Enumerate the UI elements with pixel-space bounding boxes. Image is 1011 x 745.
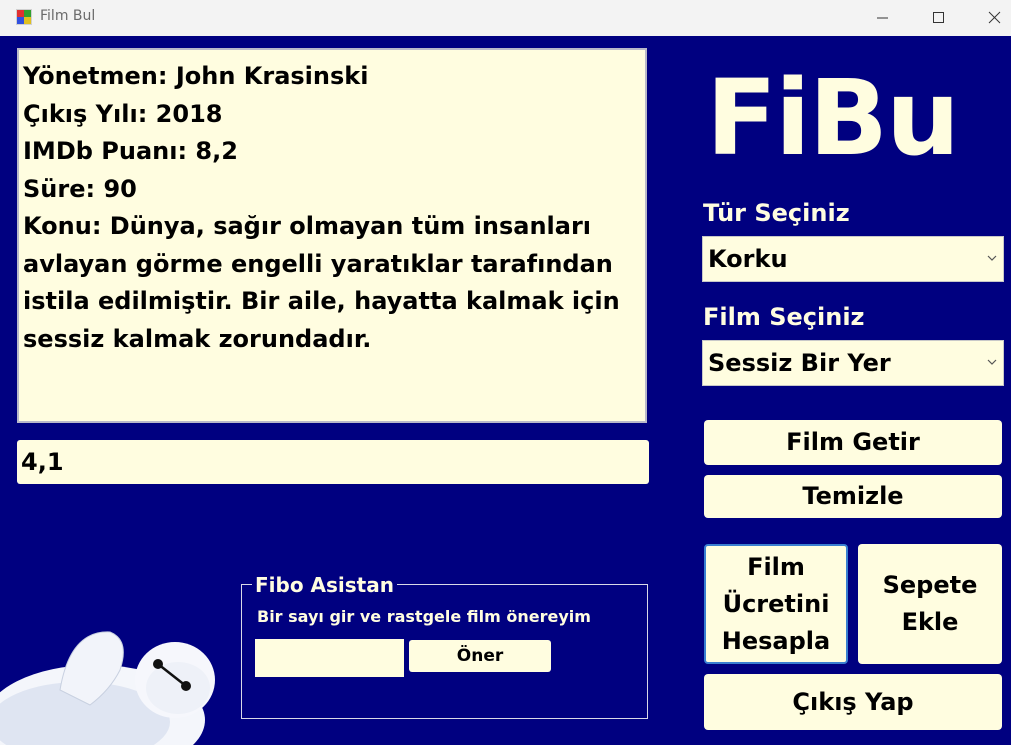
baymax-mascot-image (0, 631, 215, 745)
calculate-price-button[interactable]: Film Ücretini Hesapla (704, 544, 848, 664)
maximize-icon (933, 12, 944, 23)
film-select[interactable]: Sessiz Bir Yer (702, 340, 1004, 386)
add-to-cart-button[interactable]: Sepete Ekle (858, 544, 1002, 664)
plot-text: Konu: Dünya, sağır olmayan tüm insanları… (23, 212, 620, 353)
film-info-box[interactable]: Yönetmen: John Krasinski Çıkış Yılı: 201… (17, 48, 647, 423)
app-icon (16, 9, 32, 25)
suggest-button[interactable]: Öner (409, 640, 551, 672)
imdb-text: IMDb Puanı: 8,2 (23, 137, 238, 165)
director-text: Yönetmen: John Krasinski (23, 62, 369, 90)
fibu-logo: FiBu (706, 57, 960, 179)
genre-selected-value: Korku (708, 245, 788, 273)
number-input[interactable] (255, 639, 404, 677)
price-result-field[interactable]: 4,1 (17, 440, 649, 484)
film-selected-value: Sessiz Bir Yer (708, 349, 891, 377)
window-title: Film Bul (40, 8, 96, 24)
close-icon (988, 11, 1001, 24)
minimize-icon (877, 17, 888, 19)
genre-label: Tür Seçiniz (703, 199, 850, 227)
chevron-down-icon (987, 255, 997, 261)
close-button[interactable] (972, 0, 1011, 36)
clear-button[interactable]: Temizle (704, 475, 1002, 518)
title-bar: Film Bul (0, 0, 1011, 36)
exit-button[interactable]: Çıkış Yap (704, 674, 1002, 730)
assistant-hint: Bir sayı gir ve rastgele film önereyim (257, 607, 591, 626)
maximize-button[interactable] (916, 0, 962, 36)
chevron-down-icon (987, 359, 997, 365)
assistant-title: Fibo Asistan (252, 573, 397, 597)
year-text: Çıkış Yılı: 2018 (23, 99, 223, 128)
minimize-button[interactable] (860, 0, 906, 36)
app-window: Film Bul Yönetmen: John Krasinski Çıkış … (0, 0, 1011, 745)
duration-text: Süre: 90 (23, 174, 137, 203)
film-label: Film Seçiniz (703, 303, 865, 331)
get-film-button[interactable]: Film Getir (704, 420, 1002, 465)
assistant-group: Fibo Asistan Bir sayı gir ve rastgele fi… (241, 573, 648, 719)
genre-select[interactable]: Korku (702, 236, 1004, 282)
